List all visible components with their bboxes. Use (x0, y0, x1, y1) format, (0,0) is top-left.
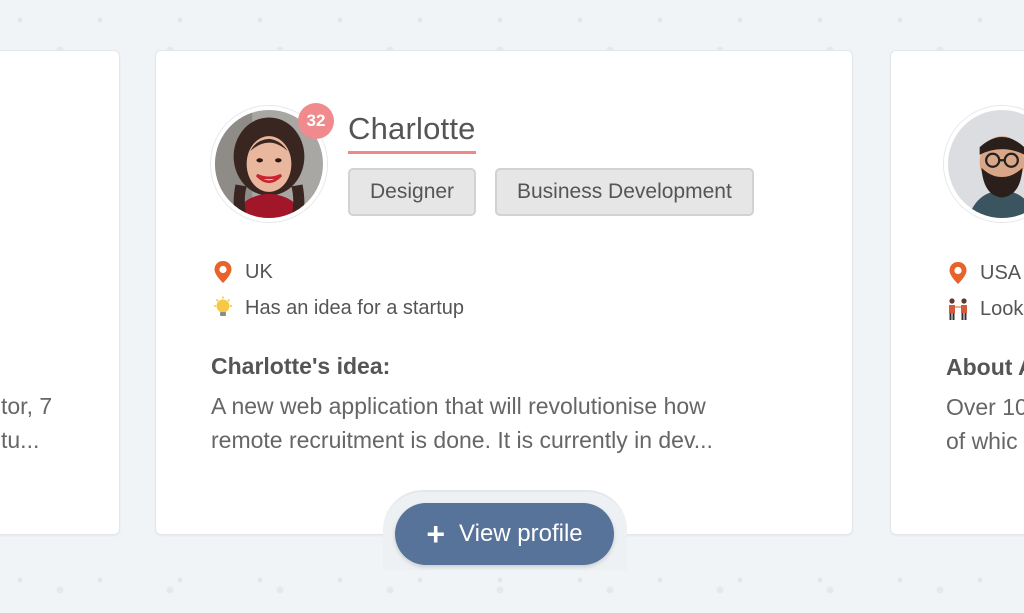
idea-line-1: A new web application that will revoluti… (211, 393, 706, 419)
status-text: Has an idea for a startup (245, 296, 465, 319)
lightbulb-icon (211, 296, 235, 320)
profile-card-charlotte[interactable]: 32 Charlotte Designer Business Developme… (155, 50, 853, 535)
location-text-right: USA (980, 261, 1022, 284)
idea-title: Charlotte's idea: (211, 353, 391, 379)
handshake-icon (946, 297, 970, 321)
view-profile-label: View profile (459, 520, 583, 547)
tag-designer: Designer (348, 168, 477, 216)
location-row: UK (211, 260, 273, 284)
about-line-1: Over 10 (946, 394, 1024, 420)
view-profile-button[interactable]: + View profile (395, 503, 614, 565)
location-text: UK (245, 260, 273, 283)
idea-line-2: remote recruitment is done. It is curren… (211, 427, 713, 453)
tag-business-development: Business Development (495, 168, 754, 216)
plus-icon: + (426, 516, 446, 552)
left-card-text-2: tu... (1, 427, 40, 453)
left-card-text-1: tor, 7 (1, 393, 53, 419)
avatar-right[interactable] (944, 106, 1024, 222)
about-title-right: About A (946, 354, 1024, 380)
profile-card-right[interactable]: USA Look About A Over 10 of whic (890, 50, 1024, 535)
status-row-right: Look (946, 297, 1023, 321)
count-badge: 32 (298, 103, 334, 139)
idea-description: A new web application that will revoluti… (211, 389, 831, 457)
location-row-right: USA (946, 261, 1021, 285)
status-row: Has an idea for a startup (211, 296, 464, 320)
profile-name[interactable]: Charlotte (348, 111, 476, 154)
status-text-right: Look (980, 297, 1024, 320)
avatar-photo-right (948, 110, 1024, 218)
profile-card-left[interactable]: tor, 7 tu... (0, 50, 120, 535)
location-pin-icon (946, 261, 970, 285)
location-pin-icon (211, 260, 235, 284)
about-line-2: of whic (946, 428, 1018, 454)
about-description-right: Over 10 of whic (946, 390, 1024, 458)
